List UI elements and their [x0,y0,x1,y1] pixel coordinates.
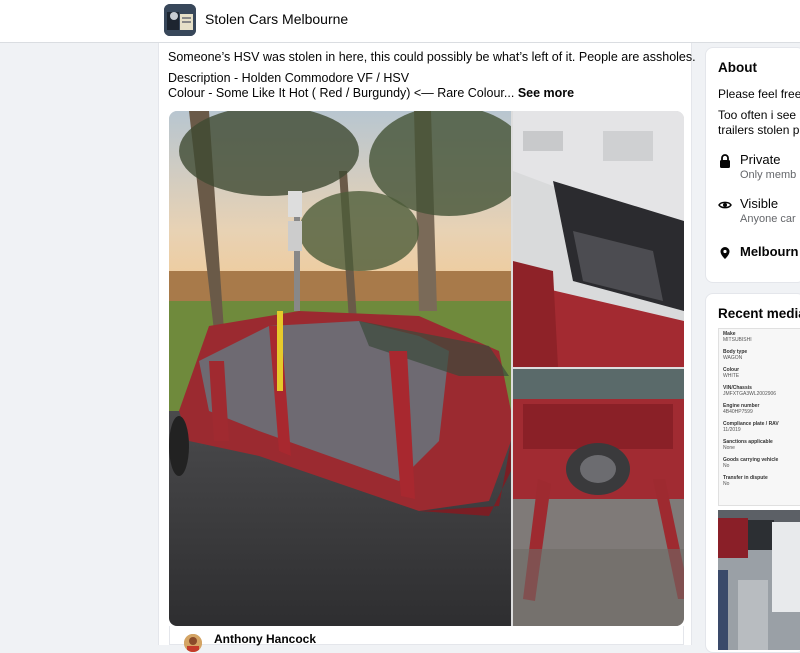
doc-field: Make MITSUBISHI [719,331,800,343]
media-thumb-cars[interactable] [718,510,800,650]
right-sidebar: About Please feel free Too often i see t… [705,47,800,653]
doc-field-value: JMFXTGA3WL2002906 [723,391,777,397]
doc-field: Colour WHITE [719,367,800,379]
private-label: Private [740,152,781,167]
post-line-1: Someone’s HSV was stolen in here, this c… [168,50,696,64]
post-line-3: Colour - Some Like It Hot ( Red / Burgun… [168,86,696,101]
visible-sub: Anyone car [740,213,796,225]
photo-grid [169,111,684,626]
lock-icon [720,154,730,168]
about-text-2: Too often i see [718,108,797,122]
about-text-1: Please feel free [718,87,800,101]
doc-field-value: WAGON [723,355,743,361]
recent-media-card: Recent media Make MITSUBISHI Body type WAGO… [705,293,800,653]
doc-field-value: MITSUBISHI [723,337,752,343]
post-line-2: Description - Holden Commodore VF / HSV [168,71,410,85]
commenter-name[interactable]: Anthony Hancock [214,632,316,646]
post-text: Someone’s HSV was stolen in here, this c… [168,50,696,101]
group-header: Stolen Cars Melbourne [0,0,800,43]
doc-field-value: No [723,463,730,469]
photo-car-floor[interactable] [513,111,684,367]
doc-field: Goods carrying vehicle No [719,457,800,469]
media-thumb-document[interactable]: Make MITSUBISHI Body type WAGON Colour WHITE V… [718,328,800,506]
about-title: About [718,60,757,75]
location-label[interactable]: Melbourn [740,244,799,259]
doc-field-value: None [723,445,735,451]
about-text-3: trailers stolen p [718,123,800,137]
group-avatar[interactable] [164,4,196,36]
visible-label: Visible [740,196,779,211]
doc-field-value: 11/2019 [723,427,741,433]
private-sub: Only memb [740,169,797,181]
post-line-3-text: Colour - Some Like It Hot ( Red / Burgun… [168,86,515,100]
photo-stripped-car[interactable] [169,111,511,626]
post-card: Someone’s HSV was stolen in here, this c… [158,43,696,652]
recent-media-title: Recent media [718,306,800,321]
doc-field-value: WHITE [723,373,740,379]
about-card: About Please feel free Too often i see t… [705,47,800,283]
see-more-link[interactable]: See more [518,86,574,100]
doc-field: VIN/Chassis JMFXTGA3WL2002906 [719,385,800,397]
group-title[interactable]: Stolen Cars Melbourne [205,11,348,27]
doc-field: Compliance plate / RAV 11/2019 [719,421,800,433]
commenter-avatar[interactable] [184,634,202,652]
doc-field-value: No [723,481,730,487]
doc-field: Engine number 4B40HP7599 [719,403,800,415]
location-pin-icon [720,247,730,259]
comment-bar: Anthony Hancock [169,626,684,652]
doc-field-value: 4B40HP7599 [723,409,753,415]
doc-field: Sanctions applicable None [719,439,800,451]
eye-icon [718,201,732,209]
photo-car-rear[interactable] [513,369,684,626]
doc-field: Body type WAGON [719,349,800,361]
doc-field: Transfer in dispute No [719,475,800,487]
